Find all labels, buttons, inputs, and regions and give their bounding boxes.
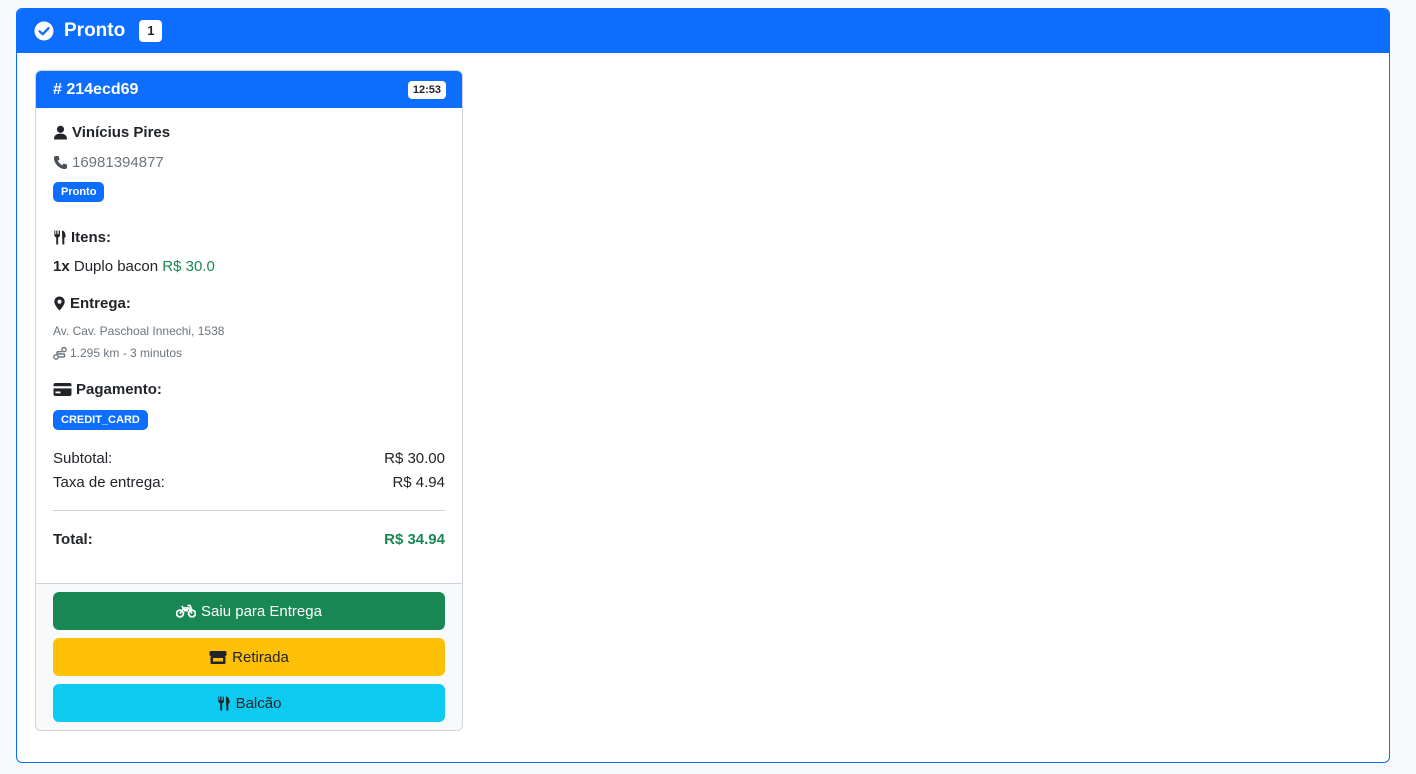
delivery-address: Av. Cav. Paschoal Innechi, 1538 [53,324,225,338]
out-for-delivery-label: Saiu para Entrega [201,602,322,620]
delivery-fee-value: R$ 4.94 [392,474,445,491]
delivery-distance: 1.295 km - 3 minutos [70,346,183,360]
status-badge: Pronto [53,182,105,202]
pickup-label: Retirada [232,648,289,666]
order-card-body: Vinícius Pires 16981394877 Pronto Itens:… [36,108,462,583]
order-column-ready: Pronto 1 # 214ecd69 12:53 Vinícius Pires… [16,8,1390,763]
check-circle-icon [34,21,54,41]
subtotal-value: R$ 30.00 [384,450,445,467]
item-name: Duplo bacon [73,258,159,275]
item-price: R$ 30.0 [162,258,215,275]
order-count-badge: 1 [139,20,163,42]
payment-method-row: CREDIT_CARD [53,410,445,430]
items-label: Itens: [71,229,112,246]
credit-card-icon [53,382,72,397]
order-card-header: # 214ecd69 12:53 [36,71,462,108]
items-header-row: Itens: [53,229,445,246]
customer-name: Vinícius Pires [72,124,171,141]
order-time-badge: 12:53 [407,80,446,99]
total-label: Total: [53,531,93,548]
column-title: Pronto [64,20,126,41]
customer-phone: 16981394877 [72,154,164,171]
map-pin-icon [53,296,66,311]
divider [53,510,445,511]
phone-row: 16981394877 [53,154,445,171]
total-row: Total: R$ 34.94 [53,531,445,548]
subtotal-row: Subtotal: R$ 30.00 [53,450,445,467]
order-id: # 214ecd69 [53,80,139,98]
address-row: Av. Cav. Paschoal Innechi, 1538 [53,324,445,338]
utensils-icon [53,230,67,245]
item-quantity: 1x [53,258,70,275]
total-value: R$ 34.94 [384,531,445,548]
delivery-label: Entrega: [70,295,131,312]
utensils-icon [217,695,231,711]
motorcycle-icon [176,604,197,618]
subtotal-label: Subtotal: [53,450,113,467]
column-header: Pronto 1 [17,9,1389,53]
user-icon [53,125,68,140]
payment-method-badge: CREDIT_CARD [53,410,148,430]
payment-header-row: Pagamento: [53,381,445,398]
fee-row: Taxa de entrega: R$ 4.94 [53,474,445,491]
pickup-button[interactable]: Retirada [53,638,445,676]
order-card: # 214ecd69 12:53 Vinícius Pires 16981394… [35,70,463,731]
delivery-fee-label: Taxa de entrega: [53,474,165,491]
counter-label: Balcão [235,694,282,712]
order-item: 1x Duplo bacon R$ 30.0 [53,258,445,275]
distance-row: 1.295 km - 3 minutos [53,346,445,360]
out-for-delivery-button[interactable]: Saiu para Entrega [53,592,445,630]
payment-label: Pagamento: [76,381,162,398]
store-icon [209,650,227,665]
route-icon [53,346,67,360]
customer-row: Vinícius Pires [53,124,445,141]
phone-icon [53,155,68,170]
counter-button[interactable]: Balcão [53,684,445,722]
delivery-header-row: Entrega: [53,295,445,312]
order-actions: Saiu para Entrega Retirada Balcão [36,583,462,730]
status-row: Pronto [53,182,445,202]
